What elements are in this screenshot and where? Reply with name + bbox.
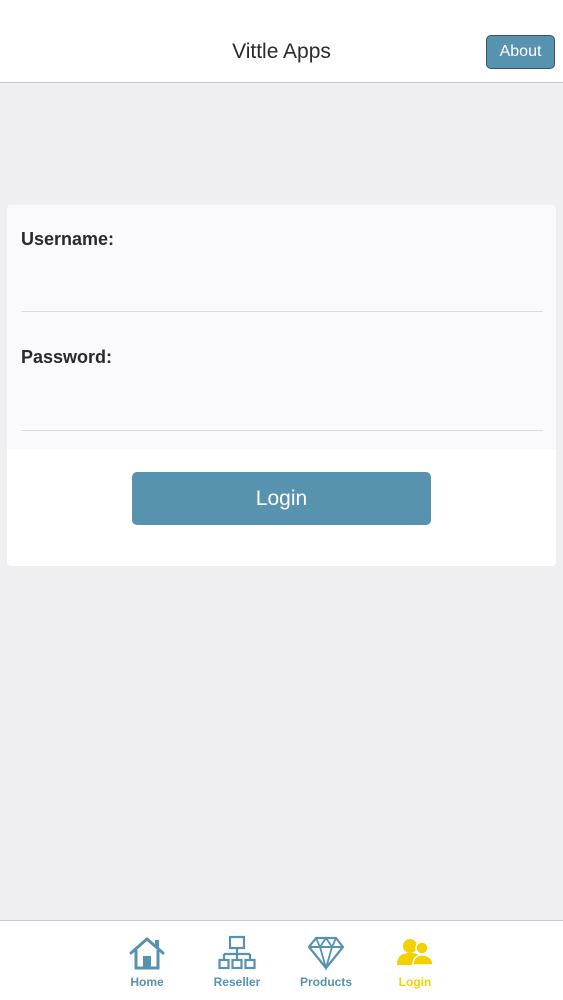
tab-reseller[interactable]: Reseller: [197, 935, 277, 997]
page-title: Vittle Apps: [232, 40, 331, 63]
tab-reseller-label: Reseller: [213, 975, 261, 989]
password-label: Password:: [21, 347, 113, 367]
credentials-area: Username: Password:: [7, 205, 556, 449]
tab-login[interactable]: Login: [375, 935, 455, 997]
username-label: Username:: [21, 229, 115, 249]
tab-products-label: Products: [299, 975, 352, 989]
login-form: Username: Password: Login: [7, 205, 556, 566]
users-icon: [397, 939, 434, 966]
login-button[interactable]: Login: [132, 472, 431, 525]
username-field[interactable]: [21, 272, 543, 312]
home-icon: [129, 937, 165, 970]
app-screen: Vittle Apps About Username: Password: Lo…: [0, 0, 563, 1000]
network-icon: [218, 935, 256, 970]
tab-products[interactable]: Products: [286, 935, 366, 997]
tab-home-label: Home: [130, 975, 164, 989]
password-field[interactable]: [21, 391, 543, 431]
nav-bar: Vittle Apps About: [0, 0, 563, 83]
about-button[interactable]: About: [486, 35, 555, 69]
tab-home[interactable]: Home: [107, 935, 187, 997]
tab-bar: Home Reseller Products Login: [0, 920, 563, 1000]
tab-login-label: Login: [398, 975, 432, 989]
diamond-icon: [307, 936, 345, 971]
